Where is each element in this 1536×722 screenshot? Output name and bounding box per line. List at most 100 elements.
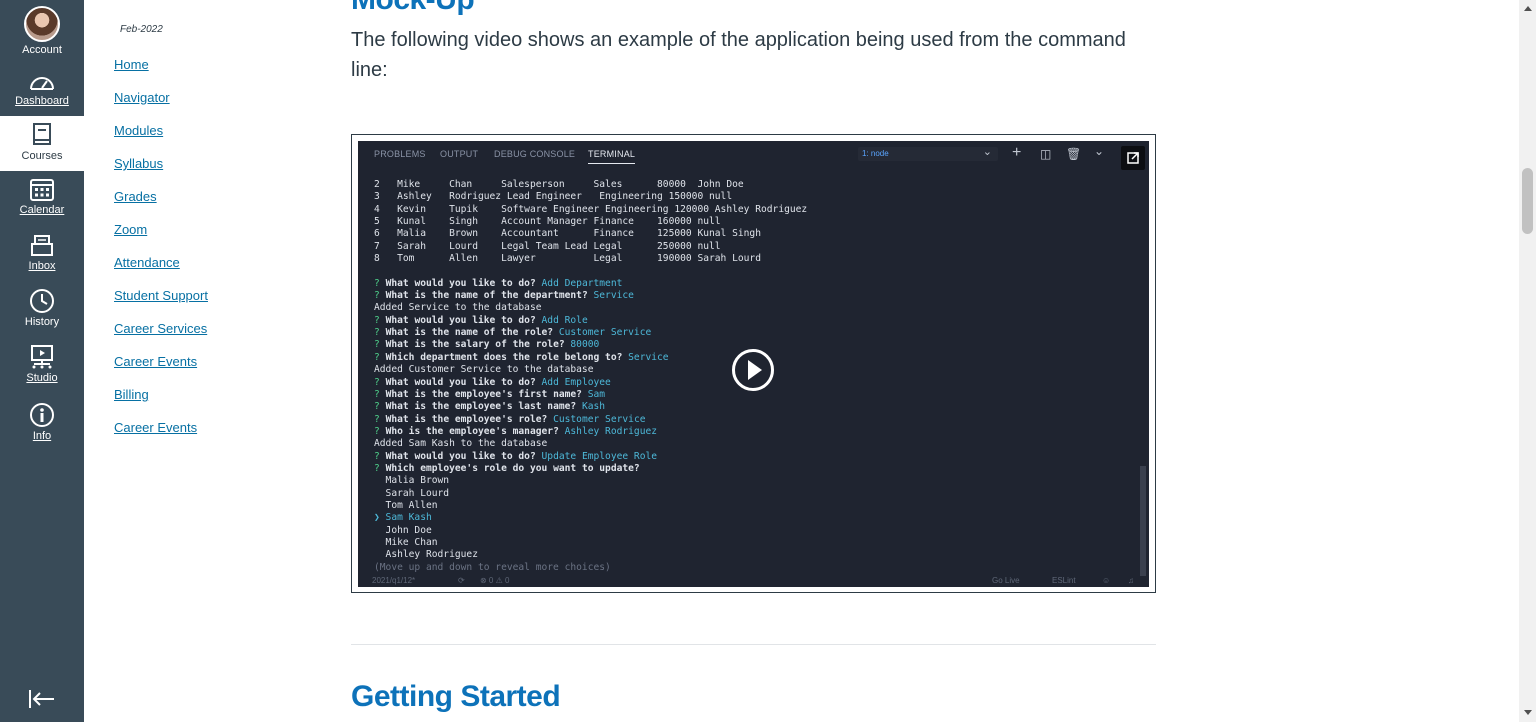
app: Account Dashboard Courses Calendar Inbox…	[0, 0, 1536, 722]
course-nav-student-support[interactable]: Student Support	[114, 288, 208, 303]
terminal-scrollbar	[1140, 466, 1146, 576]
terminal-line: (Move up and down to reveal more choices…	[374, 561, 611, 573]
course-nav-modules[interactable]: Modules	[114, 123, 163, 138]
scroll-down-icon[interactable]	[1524, 710, 1532, 715]
course-nav-billing[interactable]: Billing	[114, 387, 149, 402]
inbox-icon	[31, 235, 53, 256]
course-nav-grades[interactable]: Grades	[114, 189, 157, 204]
global-nav-calendar-label: Calendar	[19, 204, 65, 216]
terminal-table-row: 5 Kunal Singh Account Manager Finance 16…	[374, 216, 721, 228]
global-nav-courses[interactable]: Courses	[0, 116, 84, 171]
page-scrollbar-thumb[interactable]	[1522, 168, 1533, 234]
global-nav-inbox[interactable]: Inbox	[0, 232, 84, 272]
terminal-line: Tom Allen	[374, 499, 438, 511]
info-icon	[30, 403, 54, 427]
section-divider	[351, 644, 1156, 645]
course-nav-attendance[interactable]: Attendance	[114, 255, 180, 270]
course-nav-syllabus[interactable]: Syllabus	[114, 156, 163, 171]
global-nav-calendar[interactable]: Calendar	[0, 176, 84, 216]
course-nav: Feb-2022 Home Navigator Modules Syllabus…	[84, 0, 324, 722]
courses-icon	[33, 123, 51, 145]
global-nav-info[interactable]: Info	[0, 402, 84, 442]
terminal-line: John Doe	[374, 524, 432, 536]
studio-icon	[31, 345, 53, 369]
terminal-line: ? What is the name of the department? Se…	[374, 290, 634, 302]
external-link-icon	[1127, 152, 1139, 164]
video-frame: PROBLEMS OUTPUT DEBUG CONSOLE TERMINAL 1…	[358, 141, 1149, 587]
course-nav-zoom[interactable]: Zoom	[114, 222, 147, 237]
global-nav-courses-label: Courses	[21, 150, 63, 162]
section-title-mock-up: Mock-Up	[351, 0, 475, 17]
terminal-table-row: 3 Ashley Rodriguez Lead Engineer Enginee…	[374, 191, 733, 203]
global-nav-history-label: History	[24, 316, 60, 328]
plus-icon: +	[1012, 144, 1022, 161]
terminal-table-row: 2 Mike Chan Salesperson Sales 80000 John…	[374, 179, 744, 190]
terminal-line: ? Which employee's role do you want to u…	[374, 462, 646, 474]
terminal-table-row: 6 Malia Brown Accountant Finance 125000 …	[374, 228, 761, 240]
terminal-select: 1: node	[858, 145, 998, 161]
terminal-line: ? What would you like to do? Add Departm…	[374, 277, 623, 289]
terminal-table-row: 8 Tom Allen Lawyer Legal 190000 Sarah Lo…	[374, 253, 761, 265]
course-term: Feb-2022	[120, 24, 163, 35]
terminal-line: ❯ Sam Kash	[374, 512, 432, 524]
trash-icon: 🗑	[1066, 147, 1082, 161]
tab-terminal: TERMINAL	[588, 149, 636, 164]
tab-debug-console: DEBUG CONSOLE	[494, 149, 576, 159]
split-icon: ◫	[1040, 147, 1052, 161]
feedback-icon: ☺	[1102, 576, 1111, 585]
status-branch: 2021/q1/12*	[372, 576, 416, 585]
intro-paragraph: The following video shows an example of …	[351, 29, 1126, 81]
terminal-tabs: PROBLEMS OUTPUT DEBUG CONSOLE TERMINAL 1…	[358, 141, 1149, 170]
tab-problems: PROBLEMS	[374, 149, 426, 159]
play-button[interactable]	[732, 349, 774, 391]
global-nav: Account Dashboard Courses Calendar Inbox…	[0, 0, 84, 722]
course-nav-career-events-2[interactable]: Career Events	[114, 420, 197, 435]
terminal-line: Sarah Lourd	[374, 487, 450, 499]
course-nav-home[interactable]: Home	[114, 57, 149, 72]
terminal-line: Malia Brown	[374, 475, 450, 487]
terminal-line: ? What is the employee's role? Customer …	[374, 413, 646, 425]
scroll-up-icon[interactable]	[1524, 6, 1532, 11]
dashboard-icon	[30, 77, 54, 90]
terminal-line: Added Service to the database	[374, 302, 542, 314]
terminal-line: Mike Chan	[374, 536, 438, 548]
course-nav-navigator[interactable]: Navigator	[114, 90, 170, 105]
global-nav-info-label: Info	[32, 430, 52, 442]
video-embed[interactable]: PROBLEMS OUTPUT DEBUG CONSOLE TERMINAL 1…	[351, 134, 1156, 593]
global-nav-dashboard-label: Dashboard	[15, 95, 69, 107]
terminal-table-row: 7 Sarah Lourd Legal Team Lead Legal 2500…	[374, 240, 721, 252]
terminal-line: ? Who is the employee's manager? Ashley …	[374, 425, 658, 437]
global-nav-studio[interactable]: Studio	[0, 344, 84, 384]
calendar-icon	[30, 179, 54, 201]
collapse-nav-icon[interactable]	[28, 688, 56, 710]
page-scrollbar[interactable]	[1519, 0, 1536, 722]
global-nav-history[interactable]: History	[0, 288, 84, 328]
global-nav-inbox-label: Inbox	[28, 260, 56, 272]
status-bar: 2021/q1/12* ⟳ ⊗ 0 ⚠ 0 Go Live ESLint ☺ ♫	[358, 575, 1149, 587]
terminal-line: ? What would you like to do? Add Role	[374, 314, 588, 326]
avatar	[24, 6, 60, 42]
course-nav-career-services[interactable]: Career Services	[114, 321, 207, 336]
tab-output: OUTPUT	[440, 149, 479, 159]
status-go-live: Go Live	[992, 576, 1020, 585]
history-icon	[30, 289, 54, 313]
global-nav-account[interactable]: Account	[0, 6, 84, 56]
bell-icon: ♫	[1128, 576, 1134, 585]
terminal-line: ? What is the employee's last name? Kash	[374, 401, 606, 413]
terminal-table-row: 4 Kevin Tupik Software Engineer Engineer…	[374, 203, 808, 215]
sync-icon: ⟳	[458, 576, 465, 585]
terminal-line: Added Sam Kash to the database	[374, 438, 548, 450]
global-nav-account-label: Account	[22, 44, 62, 56]
course-nav-career-events[interactable]: Career Events	[114, 354, 197, 369]
status-eslint: ESLint	[1052, 576, 1076, 585]
global-nav-studio-label: Studio	[26, 372, 58, 384]
status-problems: ⊗ 0 ⚠ 0	[480, 576, 510, 585]
popout-button[interactable]	[1121, 146, 1145, 170]
chevron-down-icon: ⌄	[1094, 144, 1105, 158]
terminal-line: Ashley Rodriguez	[374, 549, 478, 561]
terminal-line: ? What is the name of the role? Customer…	[374, 327, 652, 339]
terminal-line: ? What would you like to do? Update Empl…	[374, 450, 658, 462]
section-title-getting-started: Getting Started	[351, 680, 561, 713]
global-nav-dashboard[interactable]: Dashboard	[0, 71, 84, 107]
